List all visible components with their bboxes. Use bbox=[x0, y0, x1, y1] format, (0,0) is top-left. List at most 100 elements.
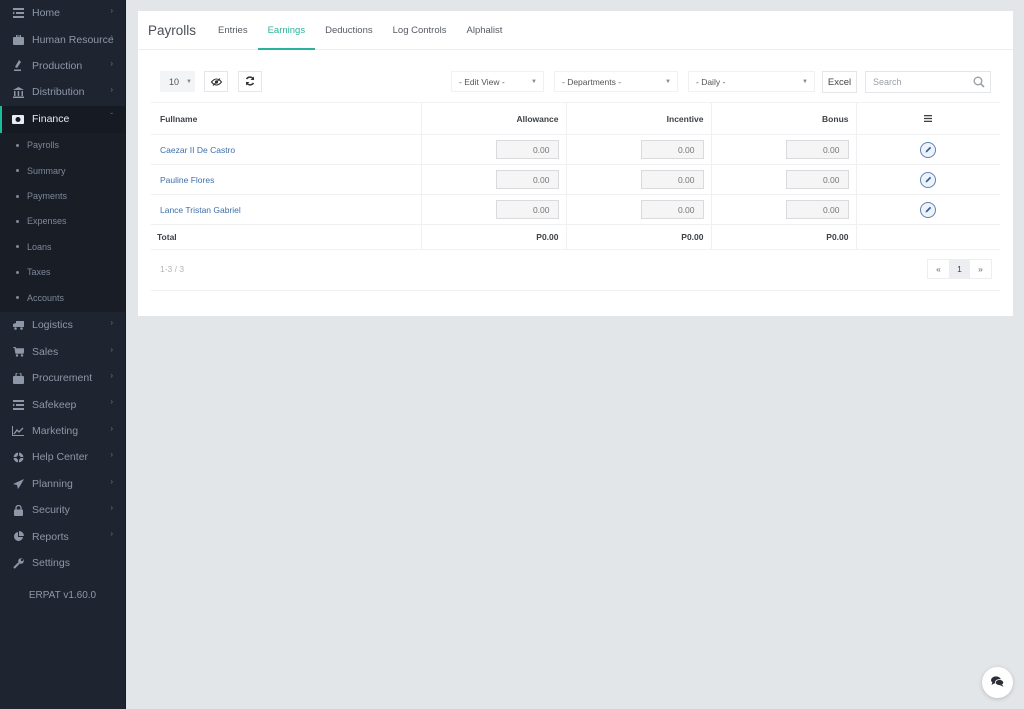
chat-button[interactable] bbox=[982, 667, 1013, 698]
employee-link[interactable]: Caezar II De Castro bbox=[160, 145, 235, 155]
sidebar-item-procurement[interactable]: Procurement › bbox=[0, 365, 125, 391]
sidebar-item-finance[interactable]: Finance ˇ bbox=[0, 105, 125, 133]
edit-button[interactable] bbox=[920, 171, 937, 188]
column-header-allowance[interactable]: Allowance bbox=[420, 102, 566, 135]
sidebar-item-settings[interactable]: Settings bbox=[0, 550, 125, 576]
search-input[interactable] bbox=[866, 72, 966, 92]
pagination: « 1 » bbox=[927, 259, 992, 279]
column-header-fullname[interactable]: Fullname bbox=[151, 102, 421, 135]
incentive-input[interactable] bbox=[640, 200, 704, 219]
sidebar-item-help-center[interactable]: Help Center › bbox=[0, 444, 125, 470]
employee-link[interactable]: Lance Tristan Gabriel bbox=[160, 205, 241, 215]
employee-link[interactable]: Pauline Flores bbox=[160, 175, 214, 185]
toggle-columns-button[interactable] bbox=[204, 71, 228, 92]
tab-entries[interactable]: Entries bbox=[208, 11, 258, 49]
prev-page-button[interactable]: « bbox=[928, 260, 949, 278]
table-header-row: Fullname Allowance Incentive Bonus bbox=[151, 102, 1000, 135]
edit-button[interactable] bbox=[920, 201, 937, 218]
bullet-icon bbox=[16, 143, 19, 147]
pie-chart-icon bbox=[12, 531, 24, 543]
tab-deductions[interactable]: Deductions bbox=[315, 11, 383, 49]
card-header: Payrolls Entries Earnings Deductions Log… bbox=[138, 11, 1013, 50]
sidebar-item-label: Settings bbox=[32, 557, 70, 569]
submenu-label: Expenses bbox=[27, 216, 67, 227]
refresh-icon bbox=[245, 75, 255, 89]
sidebar-item-label: Planning bbox=[32, 477, 73, 490]
page-size-value: 10 bbox=[169, 76, 180, 87]
sidebar-item-logistics[interactable]: Logistics › bbox=[0, 312, 125, 338]
table-row: Caezar II De Castro bbox=[151, 134, 1000, 165]
chevron-right-icon: › bbox=[110, 476, 113, 486]
sidebar-item-planning[interactable]: Planning › bbox=[0, 471, 125, 497]
sidebar-item-label: Finance bbox=[32, 113, 70, 126]
page-size-select[interactable]: 10 ▼ bbox=[160, 71, 195, 92]
sidebar-item-security[interactable]: Security › bbox=[0, 497, 125, 523]
bullet-icon bbox=[16, 270, 19, 274]
departments-select[interactable]: - Departments - ▼ bbox=[554, 71, 678, 92]
submenu-item-taxes[interactable]: Taxes bbox=[0, 260, 125, 285]
toolbar: 10 ▼ - Edit View - ▼ - Departments - ▼ -… bbox=[160, 71, 991, 93]
incentive-input[interactable] bbox=[640, 140, 704, 159]
chevron-right-icon: › bbox=[110, 423, 113, 433]
app-version: ERPAT v1.60.0 bbox=[28, 590, 97, 602]
next-page-button[interactable]: » bbox=[970, 260, 991, 278]
total-actions-empty bbox=[855, 224, 1000, 250]
column-header-incentive[interactable]: Incentive bbox=[565, 102, 711, 135]
submenu-item-summary[interactable]: Summary bbox=[0, 158, 125, 183]
allowance-input[interactable] bbox=[495, 200, 559, 219]
submenu-item-payments[interactable]: Payments bbox=[0, 183, 125, 208]
sidebar-item-distribution[interactable]: Distribution › bbox=[0, 79, 125, 105]
period-select[interactable]: - Daily - ▼ bbox=[688, 71, 815, 92]
refresh-button[interactable] bbox=[238, 71, 262, 92]
sidebar-item-human-resource[interactable]: Human Resource › bbox=[0, 26, 125, 52]
tab-log-controls[interactable]: Log Controls bbox=[383, 11, 457, 49]
sidebar-item-label: Security bbox=[32, 504, 70, 517]
allowance-cell bbox=[420, 164, 566, 195]
page-button-1[interactable]: 1 bbox=[949, 260, 970, 278]
chevron-right-icon: › bbox=[110, 529, 113, 539]
incentive-input[interactable] bbox=[640, 170, 704, 189]
submenu-item-expenses[interactable]: Expenses bbox=[0, 209, 125, 234]
search-icon[interactable] bbox=[973, 76, 985, 91]
sidebar-item-safekeep[interactable]: Safekeep › bbox=[0, 391, 125, 417]
sidebar-item-production[interactable]: Production › bbox=[0, 53, 125, 79]
home-icon bbox=[12, 7, 24, 19]
bonus-input[interactable] bbox=[785, 170, 849, 189]
sidebar-item-reports[interactable]: Reports › bbox=[0, 523, 125, 549]
allowance-input[interactable] bbox=[495, 170, 559, 189]
padlock-icon bbox=[12, 504, 24, 516]
submenu-label: Taxes bbox=[27, 267, 51, 278]
paper-plane-icon bbox=[12, 478, 24, 490]
chevron-right-icon: › bbox=[110, 344, 113, 354]
sidebar-item-marketing[interactable]: Marketing › bbox=[0, 418, 125, 444]
tab-earnings[interactable]: Earnings bbox=[257, 11, 316, 50]
submenu-item-accounts[interactable]: Accounts bbox=[0, 285, 125, 310]
search-box bbox=[865, 71, 991, 93]
pencil-icon bbox=[925, 145, 932, 155]
truck-icon bbox=[12, 319, 24, 331]
bonus-input[interactable] bbox=[785, 200, 849, 219]
submenu-label: Accounts bbox=[27, 292, 65, 303]
chevron-right-icon: › bbox=[110, 450, 113, 460]
sidebar-item-home[interactable]: Home › bbox=[0, 0, 125, 26]
actions-cell bbox=[855, 134, 1000, 165]
chevron-right-icon: › bbox=[110, 397, 113, 407]
chat-icon bbox=[991, 675, 1005, 690]
bonus-input[interactable] bbox=[785, 140, 849, 159]
submenu-item-payrolls[interactable]: Payrolls bbox=[0, 133, 125, 158]
caret-down-icon: ▼ bbox=[802, 79, 808, 85]
page-title: Payrolls bbox=[148, 22, 197, 38]
sidebar-item-label: Production bbox=[32, 59, 83, 72]
bullet-icon bbox=[16, 245, 19, 249]
column-header-bonus[interactable]: Bonus bbox=[710, 102, 856, 135]
wrench-icon bbox=[12, 557, 24, 569]
submenu-item-loans[interactable]: Loans bbox=[0, 234, 125, 259]
tab-alphalist[interactable]: Alphalist bbox=[457, 11, 513, 49]
briefcase-icon bbox=[12, 34, 24, 46]
bank-icon bbox=[12, 86, 24, 98]
sidebar-item-sales[interactable]: Sales › bbox=[0, 339, 125, 365]
excel-export-button[interactable]: Excel bbox=[822, 71, 857, 93]
edit-view-select[interactable]: - Edit View - ▼ bbox=[451, 71, 544, 92]
edit-button[interactable] bbox=[920, 141, 937, 158]
allowance-input[interactable] bbox=[495, 140, 559, 159]
